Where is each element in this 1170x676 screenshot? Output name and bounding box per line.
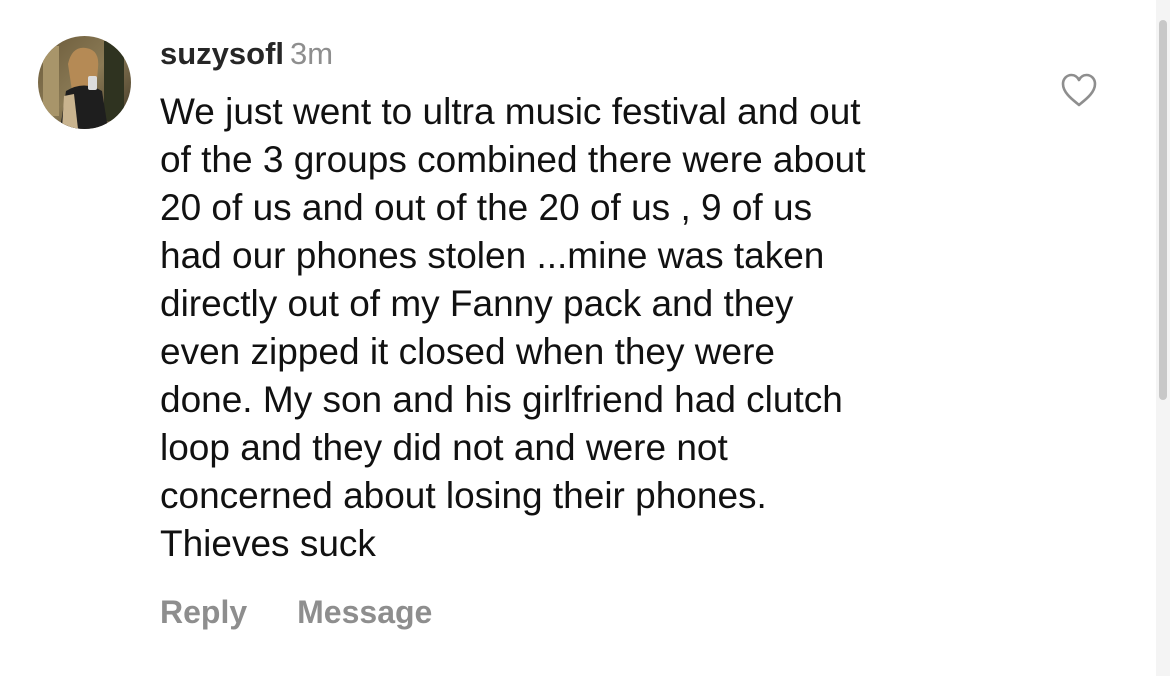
comment-actions: Reply Message — [160, 592, 432, 632]
comment-line: even zipped it closed when they were — [160, 331, 775, 372]
comment-header: suzysofl 3m — [160, 35, 333, 73]
comment-line: Thieves suck — [160, 523, 376, 564]
avatar[interactable] — [38, 36, 131, 129]
scrollbar[interactable] — [1156, 0, 1170, 676]
comment-line: done. My son and his girlfriend had clut… — [160, 379, 843, 420]
comment-text: We just went to ultra music festival and… — [160, 88, 1020, 568]
comment-line: of the 3 groups combined there were abou… — [160, 139, 866, 180]
timestamp: 3m — [290, 36, 334, 71]
message-button[interactable]: Message — [297, 594, 432, 630]
avatar-photo — [38, 36, 131, 129]
comment-line: directly out of my Fanny pack and they — [160, 283, 794, 324]
username[interactable]: suzysofl — [160, 36, 284, 71]
heart-outline-icon — [1061, 73, 1097, 107]
scroll-thumb[interactable] — [1159, 20, 1167, 400]
like-button[interactable] — [1060, 72, 1098, 108]
comment-line: 20 of us and out of the 20 of us , 9 of … — [160, 187, 813, 228]
comment-line: concerned about losing their phones. — [160, 475, 767, 516]
comment-line: loop and they did not and were not — [160, 427, 728, 468]
comment-line: had our phones stolen ...mine was taken — [160, 235, 825, 276]
comment-line: We just went to ultra music festival and… — [160, 91, 861, 132]
reply-button[interactable]: Reply — [160, 594, 247, 630]
comment: suzysofl 3m We just went to ultra music f… — [0, 0, 1170, 676]
